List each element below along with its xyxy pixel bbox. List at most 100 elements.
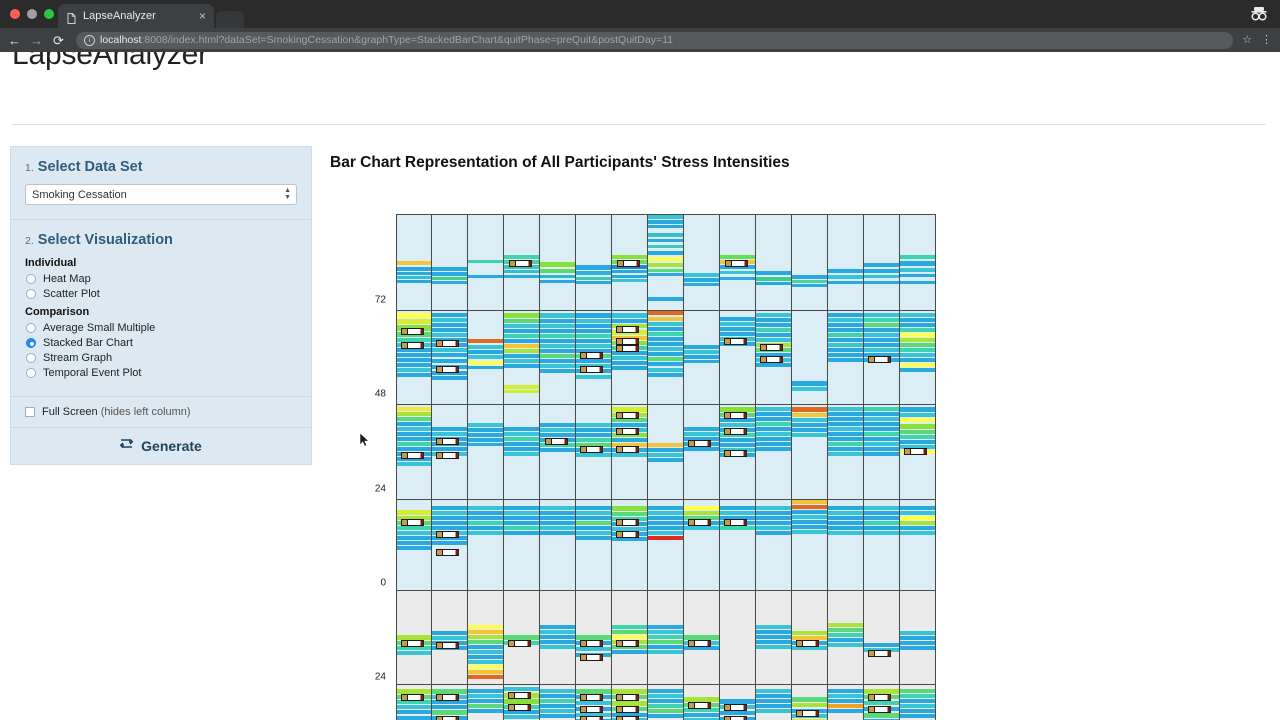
radio-stacked-bar-chart[interactable]: Stacked Bar Chart xyxy=(25,337,297,349)
chart-bar-cell[interactable] xyxy=(684,500,720,591)
chart-bar-cell[interactable] xyxy=(396,311,432,405)
chart-bar-cell[interactable] xyxy=(540,685,576,720)
radio-temporal-event-plot[interactable]: Temporal Event Plot xyxy=(25,367,297,379)
chart-bar-cell[interactable] xyxy=(756,311,792,405)
reload-button[interactable]: ⟳ xyxy=(52,34,65,47)
chart-bar-cell[interactable] xyxy=(576,311,612,405)
tab-lapseanalyzer[interactable]: LapseAnalyzer × xyxy=(58,4,214,28)
forward-button[interactable]: → xyxy=(30,34,43,47)
close-tab-icon[interactable]: × xyxy=(199,10,206,22)
chart-bar-cell[interactable] xyxy=(684,311,720,405)
chart-bar-cell[interactable] xyxy=(612,500,648,591)
close-window-button[interactable] xyxy=(10,9,20,19)
maximize-window-button[interactable] xyxy=(44,9,54,19)
radio-average-small-multiple[interactable]: Average Small Multiple xyxy=(25,322,297,334)
chart-bar-cell[interactable] xyxy=(756,685,792,720)
chart-bar-cell[interactable] xyxy=(468,685,504,720)
chart-bar-cell[interactable] xyxy=(684,685,720,720)
chart-bar-cell[interactable] xyxy=(684,591,720,685)
chart-bar-cell[interactable] xyxy=(432,500,468,591)
chart-bar-cell[interactable] xyxy=(828,405,864,500)
chart-bar-cell[interactable] xyxy=(792,311,828,405)
window-controls[interactable] xyxy=(10,9,54,19)
chart-bar-cell[interactable] xyxy=(540,311,576,405)
chart-bar-cell[interactable] xyxy=(468,591,504,685)
chart-bar-cell[interactable] xyxy=(432,591,468,685)
chart-bar-cell[interactable] xyxy=(648,685,684,720)
chart-bar-cell[interactable] xyxy=(468,311,504,405)
radio-stream-graph[interactable]: Stream Graph xyxy=(25,352,297,364)
dataset-select[interactable]: Smoking Cessation xyxy=(25,184,297,205)
browser-menu-icon[interactable]: ⋮ xyxy=(1261,34,1272,46)
chart-bar-cell[interactable] xyxy=(396,685,432,720)
chart-bar-cell[interactable] xyxy=(540,215,576,311)
chart-bar-cell[interactable] xyxy=(720,215,756,311)
chart-bar-cell[interactable] xyxy=(684,215,720,311)
chart-bar-cell[interactable] xyxy=(396,405,432,500)
chart-bar-cell[interactable] xyxy=(864,500,900,591)
chart-bar-cell[interactable] xyxy=(648,215,684,311)
chart-bar-cell[interactable] xyxy=(792,405,828,500)
chart-bar-cell[interactable] xyxy=(432,311,468,405)
chart-bar-cell[interactable] xyxy=(648,591,684,685)
chart-bar-cell[interactable] xyxy=(540,591,576,685)
radio-heat-map[interactable]: Heat Map xyxy=(25,273,297,285)
chart-bar-cell[interactable] xyxy=(864,591,900,685)
chart-bar-cell[interactable] xyxy=(648,500,684,591)
chart-bar-cell[interactable] xyxy=(396,591,432,685)
radio-icon[interactable] xyxy=(26,274,36,284)
address-bar[interactable]: i localhost:8008/index.html?dataSet=Smok… xyxy=(76,31,1234,49)
chart-bar-cell[interactable] xyxy=(720,311,756,405)
chart-bar-cell[interactable] xyxy=(576,591,612,685)
chart-bar-cell[interactable] xyxy=(792,500,828,591)
chart-bar-cell[interactable] xyxy=(900,685,936,720)
site-info-icon[interactable]: i xyxy=(84,34,95,46)
stacked-bar-chart[interactable] xyxy=(396,214,936,720)
chart-bar-cell[interactable] xyxy=(612,405,648,500)
back-button[interactable]: ← xyxy=(8,34,21,47)
chart-bar-cell[interactable] xyxy=(504,311,540,405)
chart-bar-cell[interactable] xyxy=(576,685,612,720)
chart-bar-cell[interactable] xyxy=(792,685,828,720)
radio-scatter-plot[interactable]: Scatter Plot xyxy=(25,288,297,300)
checkbox-icon[interactable] xyxy=(25,407,35,417)
chart-bar-cell[interactable] xyxy=(864,405,900,500)
chart-bar-cell[interactable] xyxy=(900,405,936,500)
chart-bar-cell[interactable] xyxy=(432,685,468,720)
chart-bar-cell[interactable] xyxy=(576,500,612,591)
new-tab-button[interactable] xyxy=(216,11,244,28)
chart-bar-cell[interactable] xyxy=(900,591,936,685)
chart-bar-cell[interactable] xyxy=(828,215,864,311)
chart-bar-cell[interactable] xyxy=(612,685,648,720)
generate-button[interactable]: Generate xyxy=(119,438,202,454)
chart-bar-cell[interactable] xyxy=(540,405,576,500)
chart-bar-cell[interactable] xyxy=(792,591,828,685)
chart-bar-cell[interactable] xyxy=(540,500,576,591)
chart-bar-cell[interactable] xyxy=(612,311,648,405)
chart-bar-cell[interactable] xyxy=(504,405,540,500)
tab-strip[interactable]: LapseAnalyzer × xyxy=(58,4,244,28)
chart-bar-cell[interactable] xyxy=(468,405,504,500)
chart-bar-cell[interactable] xyxy=(468,215,504,311)
chart-bar-cell[interactable] xyxy=(504,685,540,720)
chart-bar-cell[interactable] xyxy=(396,500,432,591)
chart-bar-cell[interactable] xyxy=(396,215,432,311)
chart-bar-cell[interactable] xyxy=(576,405,612,500)
chart-bar-cell[interactable] xyxy=(828,685,864,720)
chart-bar-cell[interactable] xyxy=(612,215,648,311)
chart-bar-cell[interactable] xyxy=(720,591,756,685)
radio-icon[interactable] xyxy=(26,289,36,299)
chart-bar-cell[interactable] xyxy=(432,405,468,500)
chart-bar-cell[interactable] xyxy=(648,311,684,405)
minimize-window-button[interactable] xyxy=(27,9,37,19)
chart-bar-cell[interactable] xyxy=(756,500,792,591)
radio-icon-selected[interactable] xyxy=(26,338,36,348)
chart-bar-cell[interactable] xyxy=(504,500,540,591)
chart-bar-cell[interactable] xyxy=(648,405,684,500)
chart-bar-cell[interactable] xyxy=(756,215,792,311)
chart-bar-cell[interactable] xyxy=(756,591,792,685)
radio-icon[interactable] xyxy=(26,323,36,333)
chart-bar-cell[interactable] xyxy=(612,591,648,685)
bookmark-star-icon[interactable]: ☆ xyxy=(1242,34,1252,46)
chart-bar-cell[interactable] xyxy=(900,311,936,405)
